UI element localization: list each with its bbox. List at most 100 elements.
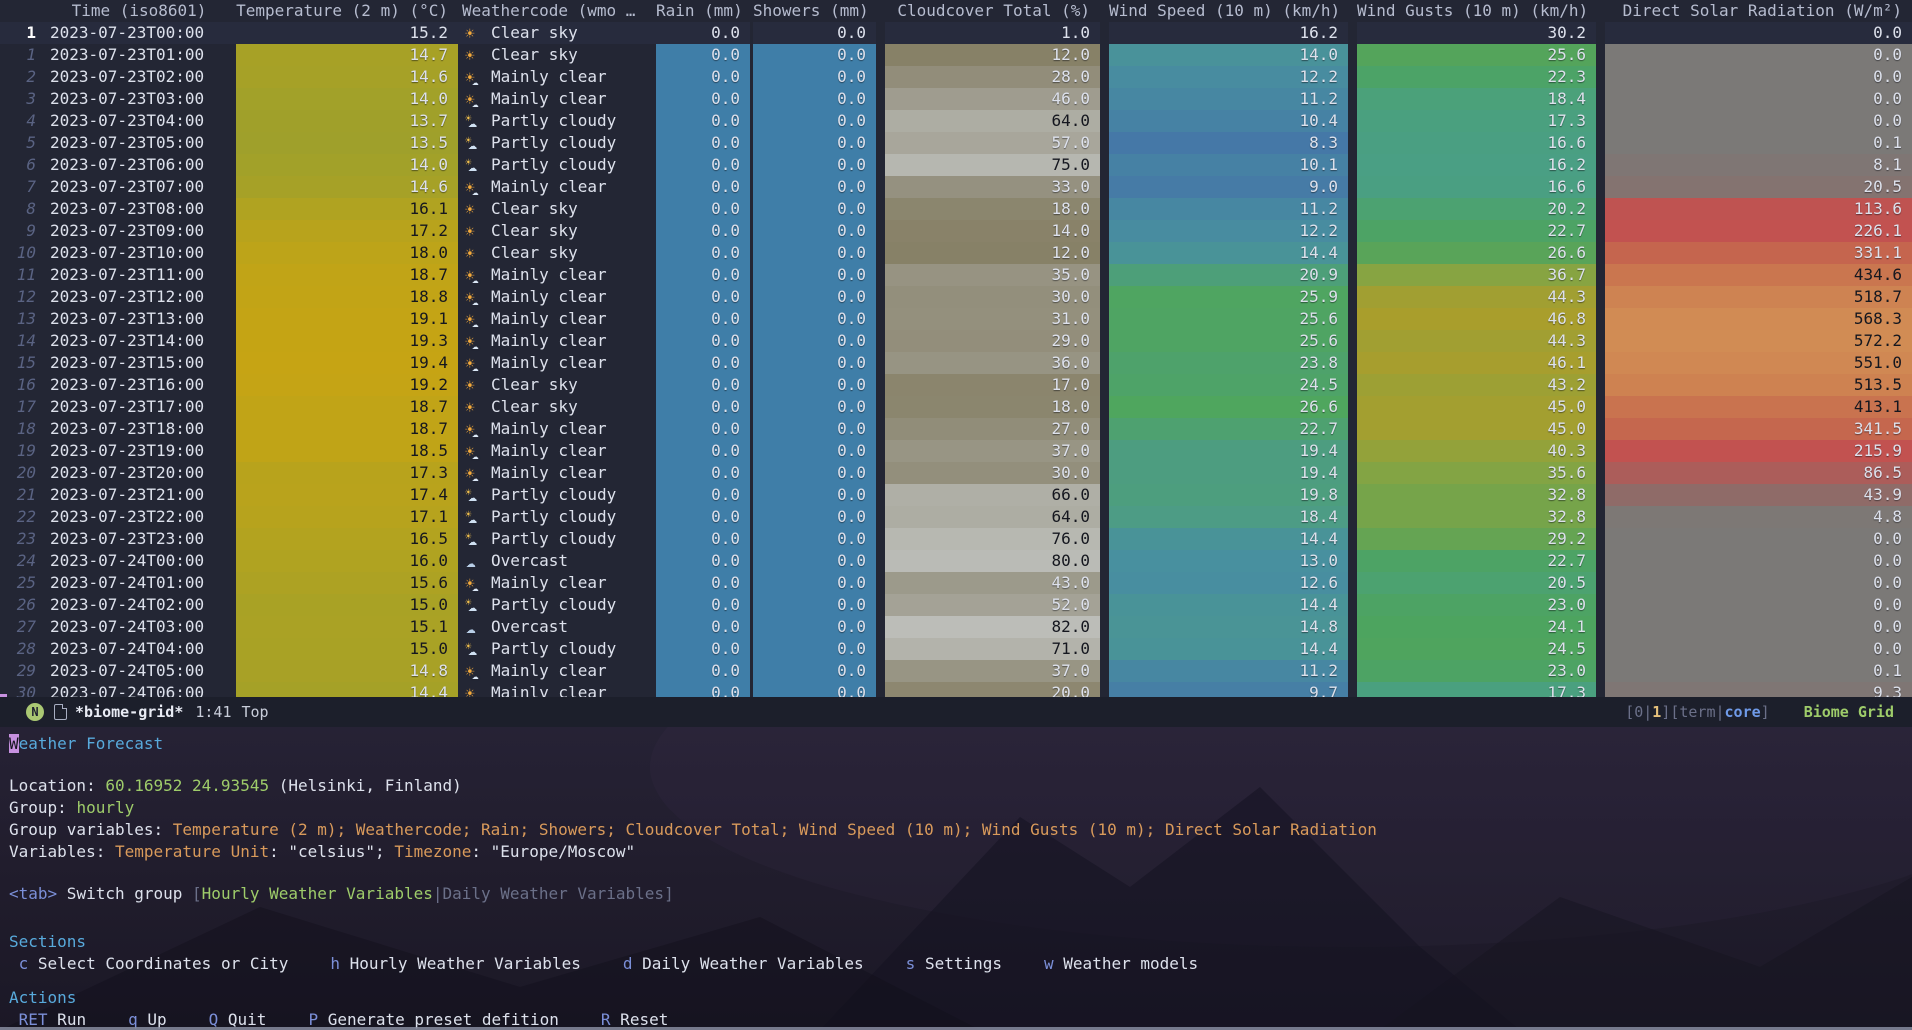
cell-weathercode: ☀☁Mainly clear [458, 440, 656, 462]
table-row[interactable]: 92023-07-23T09:0017.2☀Clear sky0.00.014.… [0, 220, 1912, 242]
cell-showers: 0.0 [750, 506, 876, 528]
weather-mainly-icon: ☀☁ [464, 419, 486, 440]
cell-solar: 113.6 [1596, 198, 1912, 220]
table-row[interactable]: 242023-07-24T00:0016.0☁Overcast0.00.080.… [0, 550, 1912, 572]
modeline-segment: | [1716, 703, 1725, 721]
table-row[interactable]: 112023-07-23T11:0018.7☀☁Mainly clear0.00… [0, 264, 1912, 286]
keybind-key[interactable]: h [330, 954, 340, 973]
cell-wind: 19.8 [1100, 484, 1348, 506]
cell-solar: 226.1 [1596, 220, 1912, 242]
cell-temperature: 14.4 [236, 682, 458, 697]
cell-temperature: 15.0 [236, 638, 458, 660]
table-row[interactable]: 182023-07-23T18:0018.7☀☁Mainly clear0.00… [0, 418, 1912, 440]
table-row[interactable]: 202023-07-23T20:0017.3☀☁Mainly clear0.00… [0, 462, 1912, 484]
cell-showers: 0.0 [750, 418, 876, 440]
cell-wind: 9.7 [1100, 682, 1348, 697]
table-row[interactable]: 52023-07-23T05:0013.5☀☁Partly cloudy0.00… [0, 132, 1912, 154]
cell-rain: 0.0 [656, 22, 750, 44]
table-row[interactable]: 12023-07-23T01:0014.7☀Clear sky0.00.012.… [0, 44, 1912, 66]
cell-cloud: 18.0 [876, 198, 1100, 220]
tab-switch-line[interactable]: <tab> Switch group [Hourly Weather Varia… [9, 883, 1912, 905]
weather-label: Clear sky [491, 220, 578, 242]
table-row[interactable]: 212023-07-23T21:0017.4☀☁Partly cloudy0.0… [0, 484, 1912, 506]
table-row[interactable]: 82023-07-23T08:0016.1☀Clear sky0.00.018.… [0, 198, 1912, 220]
weather-label: Mainly clear [491, 176, 607, 198]
cell-solar: 9.3 [1596, 682, 1912, 697]
table-row[interactable]: 142023-07-23T14:0019.3☀☁Mainly clear0.00… [0, 330, 1912, 352]
table-row[interactable]: 162023-07-23T16:0019.2☀Clear sky0.00.017… [0, 374, 1912, 396]
modeline-segment: ] [1761, 703, 1770, 721]
keybind-key[interactable]: c [19, 954, 29, 973]
cell-showers: 0.0 [750, 110, 876, 132]
cell-wind: 11.2 [1100, 660, 1348, 682]
table-row[interactable]: 292023-07-24T05:0014.8☀☁Mainly clear0.00… [0, 660, 1912, 682]
cell-wind: 22.7 [1100, 418, 1348, 440]
cell-weathercode: ☀☁Mainly clear [458, 88, 656, 110]
table-row[interactable]: 232023-07-23T23:0016.5☀☁Partly cloudy0.0… [0, 528, 1912, 550]
table-row[interactable]: 102023-07-23T10:0018.0☀Clear sky0.00.012… [0, 242, 1912, 264]
cell-solar: 20.5 [1596, 176, 1912, 198]
cell-time: 2023-07-23T20:00 [42, 462, 236, 484]
table-row[interactable]: 62023-07-23T06:0014.0☀☁Partly cloudy0.00… [0, 154, 1912, 176]
grid-body: 12023-07-23T00:0015.2☀Clear sky0.00.01.0… [0, 22, 1912, 697]
table-row[interactable]: 172023-07-23T17:0018.7☀Clear sky0.00.018… [0, 396, 1912, 418]
table-row[interactable]: 192023-07-23T19:0018.5☀☁Mainly clear0.00… [0, 440, 1912, 462]
line-number: 11 [0, 264, 42, 286]
weather-mainly-icon: ☀☁ [464, 67, 486, 88]
cell-weathercode: ☀☁Mainly clear [458, 418, 656, 440]
modeline-segment: 1 [1652, 703, 1661, 721]
cell-solar: 4.8 [1596, 506, 1912, 528]
cell-time: 2023-07-23T05:00 [42, 132, 236, 154]
workspace-indicator: [0|1][term|core] [1625, 703, 1770, 721]
table-row[interactable]: 132023-07-23T13:0019.1☀☁Mainly clear0.00… [0, 308, 1912, 330]
table-row[interactable]: 222023-07-23T22:0017.1☀☁Partly cloudy0.0… [0, 506, 1912, 528]
line-number: 25 [0, 572, 42, 594]
cell-weathercode: ☀Clear sky [458, 22, 656, 44]
cell-rain: 0.0 [656, 528, 750, 550]
table-row[interactable]: 32023-07-23T03:0014.0☀☁Mainly clear0.00.… [0, 88, 1912, 110]
table-row[interactable]: 302023-07-24T06:0014.4☀☁Mainly clear0.00… [0, 682, 1912, 697]
table-row[interactable]: 152023-07-23T15:0019.4☀☁Mainly clear0.00… [0, 352, 1912, 374]
cell-rain: 0.0 [656, 264, 750, 286]
cell-cloud: 20.0 [876, 682, 1100, 697]
tab-switch-segment[interactable]: Hourly Weather Variables [202, 884, 433, 903]
keybind-key[interactable]: w [1044, 954, 1054, 973]
table-row[interactable]: 282023-07-24T04:0015.0☀☁Partly cloudy0.0… [0, 638, 1912, 660]
cell-gusts: 25.6 [1348, 44, 1596, 66]
cell-temperature: 14.8 [236, 660, 458, 682]
table-row[interactable]: 252023-07-24T01:0015.6☀☁Mainly clear0.00… [0, 572, 1912, 594]
cell-weathercode: ☀☁Mainly clear [458, 462, 656, 484]
cell-rain: 0.0 [656, 418, 750, 440]
section-h[interactable]: h Hourly Weather Variables [330, 953, 580, 975]
keybind-key[interactable]: s [906, 954, 916, 973]
cell-temperature: 17.3 [236, 462, 458, 484]
group-line: Group: hourly [9, 797, 1912, 819]
section-w[interactable]: w Weather models [1044, 953, 1198, 975]
cell-rain: 0.0 [656, 374, 750, 396]
cell-showers: 0.0 [750, 616, 876, 638]
weather-clear-icon: ☀ [464, 199, 486, 220]
major-mode-name: Biome Grid [1804, 703, 1894, 721]
cell-showers: 0.0 [750, 198, 876, 220]
section-s[interactable]: s Settings [906, 953, 1002, 975]
table-row[interactable]: 42023-07-23T04:0013.7☀☁Partly cloudy0.00… [0, 110, 1912, 132]
table-row[interactable]: 72023-07-23T07:0014.6☀☁Mainly clear0.00.… [0, 176, 1912, 198]
table-row[interactable]: 22023-07-23T02:0014.6☀☁Mainly clear0.00.… [0, 66, 1912, 88]
line-number: 1 [0, 22, 42, 44]
weather-label: Mainly clear [491, 682, 607, 697]
cell-weathercode: ☀Clear sky [458, 198, 656, 220]
table-row[interactable]: 12023-07-23T00:0015.2☀Clear sky0.00.01.0… [0, 22, 1912, 44]
cell-cloud: 30.0 [876, 286, 1100, 308]
section-d[interactable]: d Daily Weather Variables [623, 953, 864, 975]
section-c[interactable]: c Select Coordinates or City [19, 953, 289, 975]
table-row[interactable]: 262023-07-24T02:0015.0☀☁Partly cloudy0.0… [0, 594, 1912, 616]
cell-wind: 18.4 [1100, 506, 1348, 528]
cell-time: 2023-07-24T01:00 [42, 572, 236, 594]
table-row[interactable]: 272023-07-24T03:0015.1☁Overcast0.00.082.… [0, 616, 1912, 638]
buffer-name[interactable]: *biome-grid* [75, 703, 183, 721]
cell-time: 2023-07-23T06:00 [42, 154, 236, 176]
cell-temperature: 19.4 [236, 352, 458, 374]
table-row[interactable]: 122023-07-23T12:0018.8☀☁Mainly clear0.00… [0, 286, 1912, 308]
weather-label: Mainly clear [491, 572, 607, 594]
weather-partly-icon: ☀☁ [464, 485, 486, 506]
